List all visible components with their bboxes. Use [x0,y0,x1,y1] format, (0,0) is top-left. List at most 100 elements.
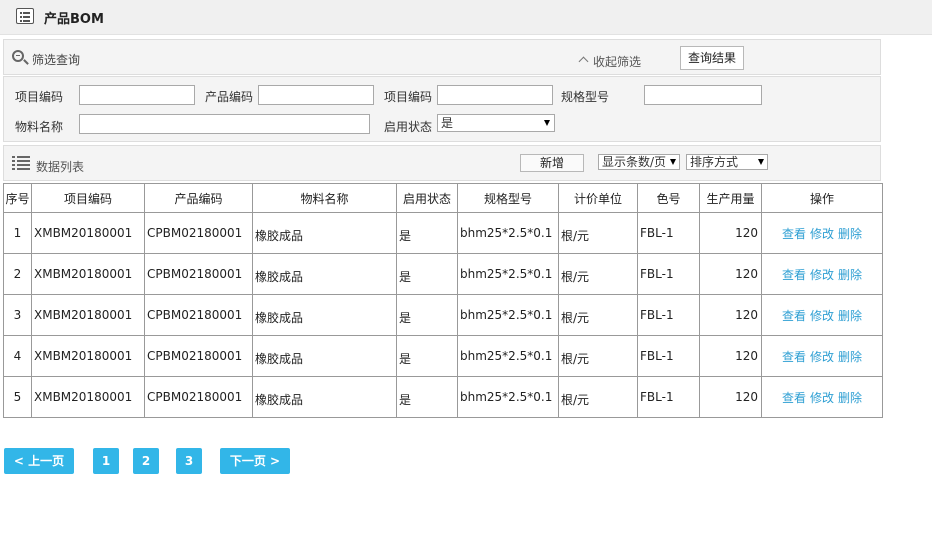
material-text: 橡胶成品 [255,392,304,407]
status-text: 是 [399,310,412,325]
cell-material: 橡胶成品 [252,212,397,254]
delete-link[interactable]: 删除 [838,309,862,323]
cell-status: 是 [396,376,458,418]
status-select[interactable]: 是 [437,114,555,132]
status-label: 启用状态 [384,120,433,134]
edit-link[interactable]: 修改 [810,309,834,323]
sort-select-value: 排序方式 [690,155,739,169]
unit-text: 根/元 [561,269,590,284]
next-page-button[interactable]: 下一页 > [220,448,290,474]
material-text: 橡胶成品 [255,310,304,325]
bom-table: 序号 项目编码 产品编码 物料名称 启用状态 规格型号 计价单位 色号 生产用量… [3,183,883,418]
cell-unit: 根/元 [558,212,638,254]
delete-link[interactable]: 删除 [838,268,862,282]
cell-status: 是 [396,212,458,254]
cell-no: 3 [3,294,32,336]
cell-unit: 根/元 [558,253,638,295]
unit-text: 根/元 [561,392,590,407]
cell-product-code: CPBM02180001 [144,335,253,377]
col-header-status: 启用状态 [396,183,458,213]
table-row: 5 XMBM20180001 CPBM02180001 橡胶成品 是 bhm25… [3,376,883,418]
list-icon [16,8,34,24]
table-row: 4 XMBM20180001 CPBM02180001 橡胶成品 是 bhm25… [3,335,883,377]
material-text: 橡胶成品 [255,269,304,284]
col-header-project-code: 项目编码 [31,183,145,213]
cell-material: 橡胶成品 [252,253,397,295]
table-row: 3 XMBM20180001 CPBM02180001 橡胶成品 是 bhm25… [3,294,883,336]
cell-no: 1 [3,212,32,254]
cell-status: 是 [396,253,458,295]
cell-actions: 查看 修改 删除 [761,294,883,336]
page-3-button[interactable]: 3 [176,448,202,474]
sort-select[interactable]: 排序方式 [686,154,768,170]
unit-text: 根/元 [561,310,590,325]
chevron-up-icon [578,56,589,67]
cell-qty: 120 [699,376,762,418]
page-title: 产品BOM [44,12,104,27]
cell-status: 是 [396,294,458,336]
col-header-qty: 生产用量 [699,183,762,213]
edit-link[interactable]: 修改 [810,227,834,241]
collapse-filter-toggle[interactable]: 收起筛选 [578,53,642,70]
data-list-bar: 数据列表 新增 显示条数/页 排序方式 [3,145,881,181]
edit-link[interactable]: 修改 [810,350,834,364]
query-results-button[interactable]: 查询结果 [680,46,744,70]
delete-link[interactable]: 删除 [838,350,862,364]
cell-qty: 120 [699,335,762,377]
view-link[interactable]: 查看 [782,309,806,323]
page-1-button[interactable]: 1 [93,448,119,474]
cell-no: 5 [3,376,32,418]
view-link[interactable]: 查看 [782,391,806,405]
cell-no: 2 [3,253,32,295]
dropdown-arrow-icon [544,120,550,126]
product-code-input[interactable] [258,85,374,105]
material-name-input[interactable] [79,114,370,134]
prev-page-button[interactable]: < 上一页 [4,448,74,474]
cell-qty: 120 [699,294,762,336]
cell-material: 橡胶成品 [252,376,397,418]
delete-link[interactable]: 删除 [838,227,862,241]
col-header-product-code: 产品编码 [144,183,253,213]
view-link[interactable]: 查看 [782,227,806,241]
delete-link[interactable]: 删除 [838,391,862,405]
unit-text: 根/元 [561,228,590,243]
collapse-filter-label: 收起筛选 [593,55,642,69]
status-text: 是 [399,228,412,243]
cell-spec: bhm25*2.5*0.1 [457,212,559,254]
cell-unit: 根/元 [558,335,638,377]
data-list-title: 数据列表 [36,160,85,174]
material-text: 橡胶成品 [255,228,304,243]
project-code-label: 项目编码 [15,90,64,104]
view-link[interactable]: 查看 [782,350,806,364]
zoom-search-icon [12,50,24,62]
status-select-value: 是 [441,116,454,130]
cell-product-code: CPBM02180001 [144,253,253,295]
project-code2-input[interactable] [437,85,553,105]
cell-qty: 120 [699,212,762,254]
material-name-label: 物料名称 [15,120,64,134]
cell-color: FBL-1 [637,335,700,377]
spec-label: 规格型号 [561,90,610,104]
cell-color: FBL-1 [637,253,700,295]
unit-text: 根/元 [561,351,590,366]
cell-spec: bhm25*2.5*0.1 [457,376,559,418]
add-button[interactable]: 新增 [520,154,584,172]
edit-link[interactable]: 修改 [810,268,834,282]
cell-project-code: XMBM20180001 [31,212,145,254]
cell-spec: bhm25*2.5*0.1 [457,253,559,295]
cell-unit: 根/元 [558,294,638,336]
cell-project-code: XMBM20180001 [31,253,145,295]
page-2-button[interactable]: 2 [133,448,159,474]
cell-qty: 120 [699,253,762,295]
view-link[interactable]: 查看 [782,268,806,282]
cell-actions: 查看 修改 删除 [761,212,883,254]
cell-actions: 查看 修改 删除 [761,335,883,377]
cell-product-code: CPBM02180001 [144,294,253,336]
col-header-actions: 操作 [761,183,883,213]
edit-link[interactable]: 修改 [810,391,834,405]
project-code-input[interactable] [79,85,195,105]
page-size-select[interactable]: 显示条数/页 [598,154,680,170]
spec-input[interactable] [644,85,762,105]
cell-project-code: XMBM20180001 [31,376,145,418]
cell-unit: 根/元 [558,376,638,418]
